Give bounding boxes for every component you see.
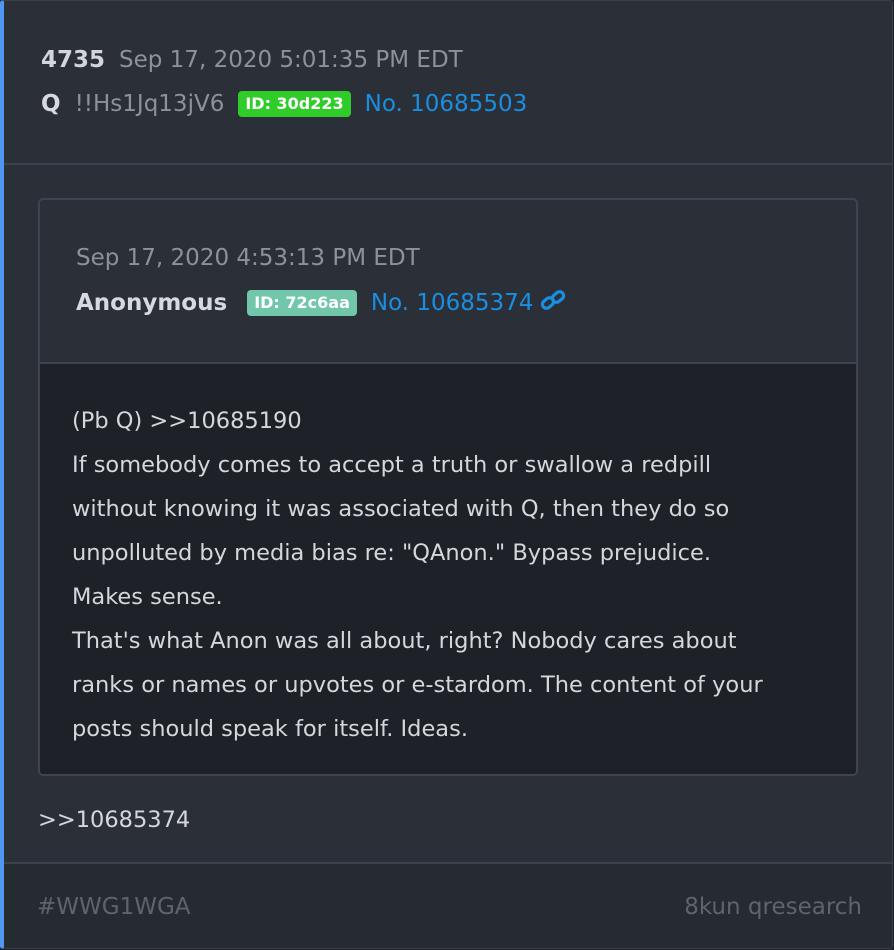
quoted-meta-row: Sep 17, 2020 4:53:13 PM EDT xyxy=(76,245,420,271)
post-number-link[interactable]: No. 10685503 xyxy=(365,91,528,117)
post-author-row: Q !!Hs1Jq13jV6 ID: 30d223 No. 10685503 xyxy=(41,91,527,117)
post-tripcode: !!Hs1Jq13jV6 xyxy=(74,91,225,117)
quoted-author: Anonymous xyxy=(76,290,228,316)
message-line: (Pb Q) >>10685190 xyxy=(72,408,302,434)
post-card: 4735 Sep 17, 2020 5:01:35 PM EDT Q !!Hs1… xyxy=(0,0,893,949)
post-meta-row: 4735 Sep 17, 2020 5:01:35 PM EDT xyxy=(41,47,463,73)
message-line: without knowing it was associated with Q… xyxy=(72,496,730,522)
message-line: posts should speak for itself. Ideas. xyxy=(72,716,468,742)
hashtag-label: #WWG1WGA xyxy=(37,894,191,920)
quoted-number-link[interactable]: No. 10685374 xyxy=(371,290,534,316)
message-line: ranks or names or upvotes or e-stardom. … xyxy=(72,672,763,698)
quoted-post-body: (Pb Q) >>10685190 If somebody comes to a… xyxy=(40,364,856,774)
quoted-post: Sep 17, 2020 4:53:13 PM EDT Anonymous ID… xyxy=(38,198,858,776)
source-label: 8kun qresearch xyxy=(684,894,862,920)
message-line: unpolluted by media bias re: "QAnon." By… xyxy=(72,540,712,566)
quoted-author-row: Anonymous ID: 72c6aa No. 10685374 xyxy=(76,288,567,318)
quoted-post-header: Sep 17, 2020 4:53:13 PM EDT Anonymous ID… xyxy=(40,200,856,364)
post-timestamp: Sep 17, 2020 5:01:35 PM EDT xyxy=(119,47,463,73)
post-number: 4735 xyxy=(41,47,106,73)
post-footer: #WWG1WGA 8kun qresearch xyxy=(4,862,892,948)
reply-reference[interactable]: >>10685374 xyxy=(38,807,190,833)
message-line: Makes sense. xyxy=(72,584,223,610)
quoted-id-badge: ID: 72c6aa xyxy=(247,290,357,316)
post-id-badge: ID: 30d223 xyxy=(238,91,351,117)
quoted-timestamp: Sep 17, 2020 4:53:13 PM EDT xyxy=(76,245,420,271)
message-line: If somebody comes to accept a truth or s… xyxy=(72,452,712,478)
quoted-message: (Pb Q) >>10685190 If somebody comes to a… xyxy=(72,399,836,751)
post-author: Q xyxy=(41,91,61,117)
post-header: 4735 Sep 17, 2020 5:01:35 PM EDT Q !!Hs1… xyxy=(4,1,892,165)
chain-link-icon[interactable] xyxy=(539,288,567,318)
message-line: That's what Anon was all about, right? N… xyxy=(72,628,737,654)
